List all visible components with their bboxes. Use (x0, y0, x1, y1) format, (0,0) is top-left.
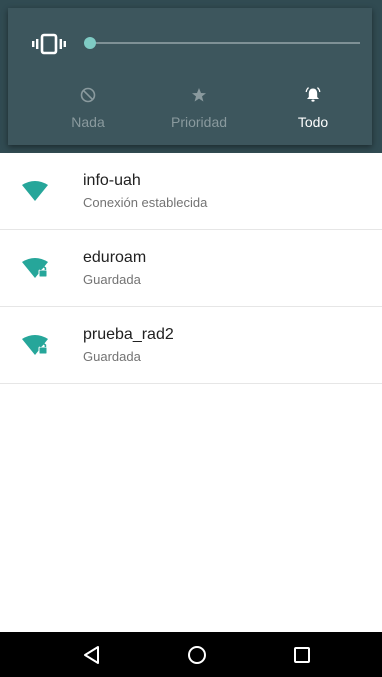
bell-icon (305, 87, 321, 102)
wifi-status: Conexión establecida (83, 195, 208, 210)
wifi-network-item[interactable]: prueba_rad2 Guardada (0, 307, 382, 384)
mode-none-label: Nada (71, 114, 105, 130)
mode-priority-button[interactable]: Prioridad (144, 80, 254, 138)
wifi-secured-icon (22, 335, 48, 355)
star-icon (192, 88, 206, 102)
wifi-network-list: info-uah Conexión establecida eduroam Gu… (0, 153, 382, 384)
wifi-network-item[interactable]: eduroam Guardada (0, 230, 382, 307)
home-icon[interactable] (186, 644, 208, 666)
mode-all-label: Todo (297, 114, 329, 130)
wifi-signal-icon (22, 181, 48, 201)
wifi-network-item[interactable]: info-uah Conexión establecida (0, 153, 382, 230)
mode-none-button[interactable]: Nada (33, 80, 143, 138)
volume-panel: Nada Prioridad Todo (8, 8, 372, 145)
block-icon (80, 87, 96, 103)
wifi-status: Guardada (83, 272, 141, 287)
wifi-secured-icon (22, 258, 48, 278)
recents-icon[interactable] (291, 644, 313, 666)
wifi-status: Guardada (83, 349, 141, 364)
vibrate-icon[interactable] (32, 32, 66, 56)
mode-all-button[interactable]: Todo (258, 80, 368, 138)
back-icon[interactable] (81, 644, 103, 666)
wifi-ssid: eduroam (83, 249, 147, 266)
volume-slider-thumb[interactable] (84, 37, 96, 49)
wifi-ssid: info-uah (83, 172, 141, 189)
navigation-bar (0, 632, 382, 677)
volume-slider-track[interactable] (88, 42, 360, 44)
wifi-ssid: prueba_rad2 (83, 326, 174, 343)
mode-priority-label: Prioridad (170, 114, 228, 130)
